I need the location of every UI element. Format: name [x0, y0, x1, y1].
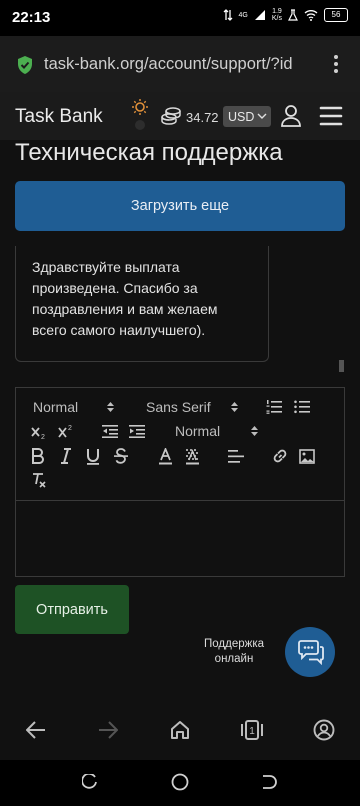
size-select-value: Normal [175, 423, 221, 439]
updown-icon [231, 402, 238, 412]
forward-arrow-icon[interactable] [98, 721, 118, 739]
signal-icon [254, 10, 265, 20]
currency-value: USD [228, 110, 255, 124]
strikethrough-icon[interactable] [114, 448, 128, 464]
url-bar[interactable]: task-bank.org/account/support/?id [44, 55, 316, 74]
ordered-list-icon[interactable] [266, 400, 282, 414]
back-arrow-icon[interactable] [26, 721, 46, 739]
image-icon[interactable] [299, 449, 315, 464]
underline-icon[interactable] [86, 448, 100, 465]
scrollbar-thumb[interactable] [339, 360, 344, 372]
theme-toggle-icon[interactable] [130, 98, 150, 134]
tabs-icon[interactable]: 1 [239, 719, 265, 741]
recent-apps-icon[interactable] [82, 774, 98, 790]
home-circle-icon[interactable] [171, 773, 189, 791]
size-select[interactable]: Normal [175, 423, 220, 439]
superscript-icon[interactable]: 2 [58, 423, 74, 439]
chevron-down-icon [257, 113, 267, 119]
font-select-value: Sans Serif [146, 399, 211, 415]
align-icon[interactable] [228, 450, 244, 463]
user-icon[interactable] [280, 104, 302, 128]
account-icon[interactable] [313, 719, 335, 741]
currency-select[interactable]: USD [223, 106, 271, 127]
data-arrows-icon [223, 9, 232, 21]
svg-text:1: 1 [249, 726, 255, 737]
shield-check-icon[interactable] [16, 55, 34, 75]
header-select-value: Normal [33, 399, 79, 415]
status-time: 22:13 [12, 9, 51, 26]
font-select[interactable]: Sans Serif [146, 399, 211, 415]
text-color-icon[interactable] [158, 448, 173, 465]
speed-readout: 1.9 K/s [271, 8, 282, 22]
clear-format-icon[interactable] [31, 472, 47, 488]
hamburger-menu-icon[interactable] [319, 106, 343, 126]
network-type: 4G [238, 11, 248, 19]
message-text: Здравствуйте выплата произведена. Спасиб… [32, 259, 218, 338]
wifi-icon [304, 10, 318, 21]
coins-icon [161, 107, 181, 125]
support-online-label: Поддержка онлайн [204, 638, 264, 665]
page-title: Техническая поддержка [15, 139, 283, 166]
editor-content-area[interactable] [16, 502, 344, 576]
outdent-icon[interactable] [102, 425, 118, 438]
home-icon[interactable] [170, 720, 190, 740]
italic-icon[interactable] [59, 448, 73, 464]
link-icon[interactable] [272, 448, 288, 464]
battery-indicator: 56 [324, 8, 348, 22]
site-logo[interactable]: Task Bank [15, 106, 103, 128]
svg-text:2: 2 [41, 434, 45, 440]
updown-icon [251, 426, 258, 436]
balance-amount: 34.72 [186, 110, 219, 125]
subscript-icon[interactable]: 2 [31, 424, 47, 440]
indent-icon[interactable] [129, 425, 145, 438]
header-select[interactable]: Normal [33, 399, 78, 415]
load-more-button[interactable]: Загрузить еще [15, 181, 345, 231]
bold-icon[interactable] [31, 448, 45, 464]
status-icons: 4G 1.9 K/s 56 [223, 8, 348, 22]
flask-icon [288, 9, 298, 21]
back-gesture-icon[interactable] [261, 774, 277, 790]
toolbar-divider [16, 500, 344, 501]
background-color-icon[interactable] [185, 448, 200, 465]
svg-text:2: 2 [68, 425, 72, 432]
submit-button[interactable]: Отправить [15, 585, 129, 634]
bullet-list-icon[interactable] [294, 400, 310, 414]
support-chat-button[interactable] [285, 627, 335, 677]
updown-icon [107, 402, 114, 412]
more-vert-icon[interactable] [330, 52, 342, 76]
chat-bubbles-icon [298, 640, 324, 665]
